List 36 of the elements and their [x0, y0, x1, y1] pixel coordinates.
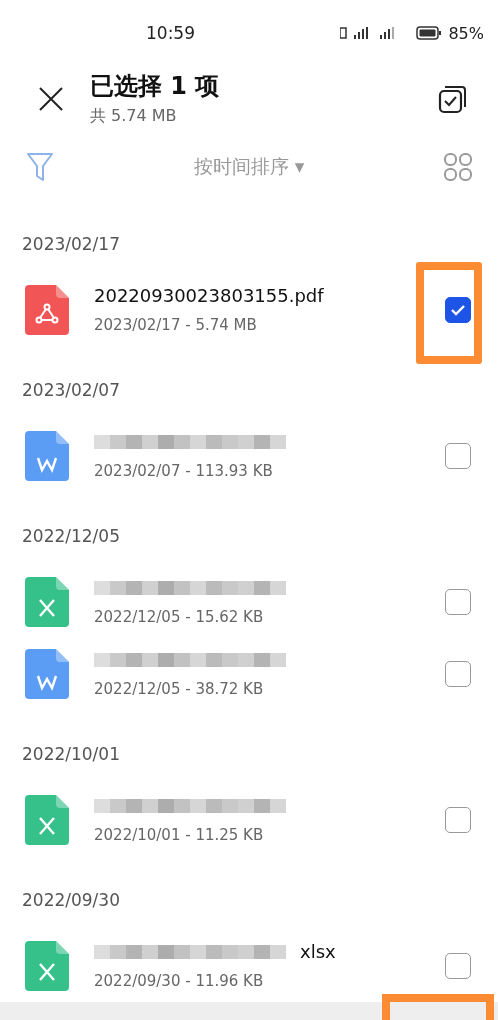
checkbox[interactable] [445, 953, 471, 979]
pdf-file-icon [25, 285, 69, 335]
checkbox[interactable] [445, 297, 471, 323]
file-info: 2022/12/05 - 15.62 KB [94, 608, 265, 626]
battery-icon [416, 26, 443, 41]
document-file-icon [25, 431, 69, 481]
selection-size: 共 5.74 MB [90, 106, 178, 128]
date-header: 2023/02/07 [22, 380, 121, 400]
check-icon [450, 304, 466, 316]
checkbox[interactable] [445, 661, 471, 687]
file-name: 20220930023803155.pdf [94, 285, 325, 307]
sort-dropdown[interactable]: 按时间排序 ▾ [189, 149, 309, 184]
filename-extension: xlsx [300, 941, 336, 963]
grid-view-icon[interactable] [444, 152, 472, 181]
status-time: 10:59 [146, 23, 195, 44]
spreadsheet-file-icon [25, 795, 69, 845]
file-info: 2023/02/17 - 5.74 MB [94, 316, 258, 335]
select-all-icon[interactable] [438, 84, 468, 114]
file-info: 2022/10/01 - 11.25 KB [94, 826, 265, 844]
file-info: 2023/02/07 - 113.93 KB [94, 462, 274, 480]
file-info: 2022/09/30 - 11.96 KB [94, 972, 265, 991]
checkbox[interactable] [445, 443, 471, 469]
filter-icon[interactable] [26, 151, 54, 182]
date-header: 2023/02/17 [22, 234, 121, 254]
close-icon[interactable] [38, 86, 64, 112]
checkbox[interactable] [445, 807, 471, 833]
battery-percent: 85% [448, 23, 484, 43]
date-header: 2022/10/01 [22, 744, 121, 764]
date-header: 2022/09/30 [22, 890, 121, 910]
date-header: 2022/12/05 [22, 526, 121, 546]
spreadsheet-file-icon [25, 941, 69, 991]
selection-title: 已选择 1 项 [90, 71, 221, 103]
checkbox[interactable] [445, 589, 471, 615]
spreadsheet-file-icon [25, 577, 69, 627]
document-file-icon [25, 649, 69, 699]
file-info: 2022/12/05 - 38.72 KB [94, 680, 265, 698]
